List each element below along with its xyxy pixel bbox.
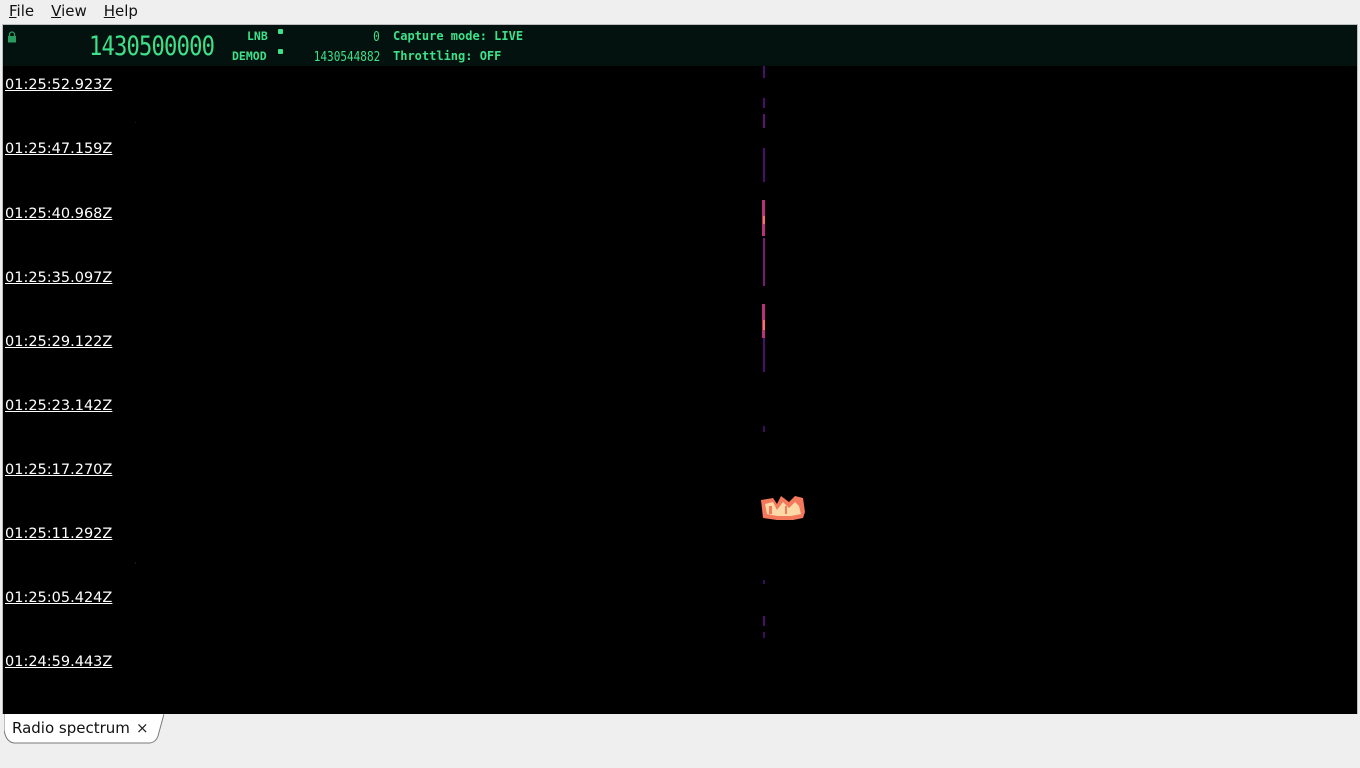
menu-help-label: elp <box>115 2 138 20</box>
menu-help[interactable]: Help <box>95 2 144 20</box>
menu-file-mnemonic: F <box>9 2 17 20</box>
main-frequency[interactable]: 1430500000 <box>89 31 215 63</box>
menu-view-label: iew <box>61 2 87 20</box>
timestamp-label[interactable]: 01:25:52.923Z <box>5 77 112 93</box>
timestamp-label[interactable]: 01:25:17.270Z <box>5 462 112 478</box>
timestamp-label[interactable]: 01:25:05.424Z <box>5 590 112 606</box>
demod-lock-icon[interactable] <box>278 49 283 54</box>
spectrum-panel[interactable]: 1430500000 LNB 0 DEMOD 1430544882 Captur… <box>2 24 1358 715</box>
lock-icon[interactable] <box>7 31 17 43</box>
timestamp-label[interactable]: 01:25:47.159Z <box>5 141 112 157</box>
tab-label: Radio spectrum <box>12 719 130 737</box>
throttling-status: Throttling: OFF <box>393 49 502 63</box>
waterfall-display[interactable]: 01:25:52.923Z 01:25:47.159Z 01:25:40.968… <box>3 66 1357 714</box>
lnb-label: LNB <box>247 29 268 43</box>
demod-label: DEMOD <box>232 49 267 63</box>
menu-view-mnemonic: V <box>51 2 62 20</box>
tab-radio-spectrum[interactable]: Radio spectrum × <box>4 714 164 744</box>
tab-close-icon[interactable]: × <box>136 719 149 737</box>
menu-view[interactable]: View <box>42 2 93 20</box>
tuning-header: 1430500000 LNB 0 DEMOD 1430544882 Captur… <box>3 25 1357 67</box>
waterfall-canvas <box>135 66 805 638</box>
lnb-lock-icon[interactable] <box>278 29 283 34</box>
timestamp-label[interactable]: 01:25:23.142Z <box>5 398 112 414</box>
menu-file[interactable]: File <box>0 2 40 20</box>
lnb-value[interactable]: 0 <box>373 30 380 45</box>
signal-burst <box>761 496 805 520</box>
tab-bar: Radio spectrum × <box>0 714 1360 768</box>
timestamp-label[interactable]: 01:24:59.443Z <box>5 654 112 670</box>
capture-mode-status: Capture mode: LIVE <box>393 29 524 43</box>
timestamp-label[interactable]: 01:25:11.292Z <box>5 526 112 542</box>
timestamp-label[interactable]: 01:25:35.097Z <box>5 270 112 286</box>
menu-bar: File View Help <box>0 0 1360 22</box>
timestamp-label[interactable]: 01:25:29.122Z <box>5 334 112 350</box>
demod-value[interactable]: 1430544882 <box>313 50 380 65</box>
menu-help-mnemonic: H <box>103 2 116 20</box>
timestamp-label[interactable]: 01:25:40.968Z <box>5 206 112 222</box>
menu-file-label: ile <box>16 2 35 20</box>
